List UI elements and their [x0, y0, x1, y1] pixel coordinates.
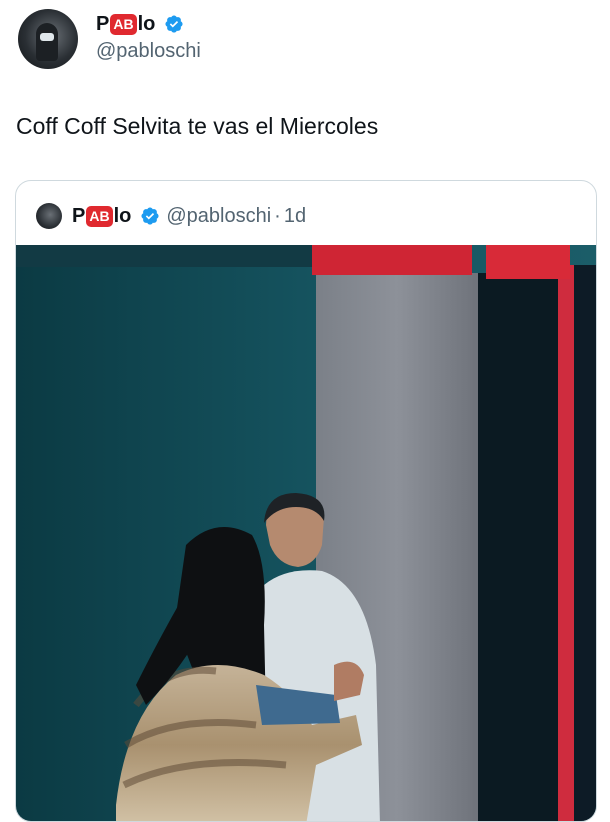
author-name[interactable]: P AB lo — [96, 12, 184, 36]
author-name-suffix: lo — [137, 12, 156, 35]
verified-badge-icon — [141, 207, 159, 225]
dot-separator: · — [274, 204, 281, 227]
avatar-mask — [40, 33, 54, 41]
quoted-timestamp[interactable]: 1d — [284, 205, 306, 228]
quoted-handle: @pabloschi — [166, 204, 272, 227]
verified-badge-icon — [165, 15, 183, 33]
quoted-name-prefix: P — [72, 204, 86, 227]
quoted-author-avatar[interactable] — [36, 203, 62, 229]
quoted-tweet-header: P AB lo @pabloschi · 1d — [36, 203, 306, 229]
ab-emoji-icon: AB — [86, 205, 113, 227]
author-avatar[interactable] — [18, 9, 78, 69]
avatar-figure — [36, 23, 58, 61]
quoted-tweet-card[interactable]: P AB lo @pabloschi · 1d — [15, 180, 597, 822]
tweet-text: Coff Coff Selvita te vas el Miercoles — [16, 113, 379, 139]
quoted-name-suffix: lo — [113, 204, 132, 227]
ab-emoji-icon: AB — [110, 13, 137, 35]
author-name-prefix: P — [96, 12, 110, 35]
quoted-media-photo[interactable] — [16, 245, 596, 822]
author-handle[interactable]: @pabloschi — [96, 40, 201, 63]
